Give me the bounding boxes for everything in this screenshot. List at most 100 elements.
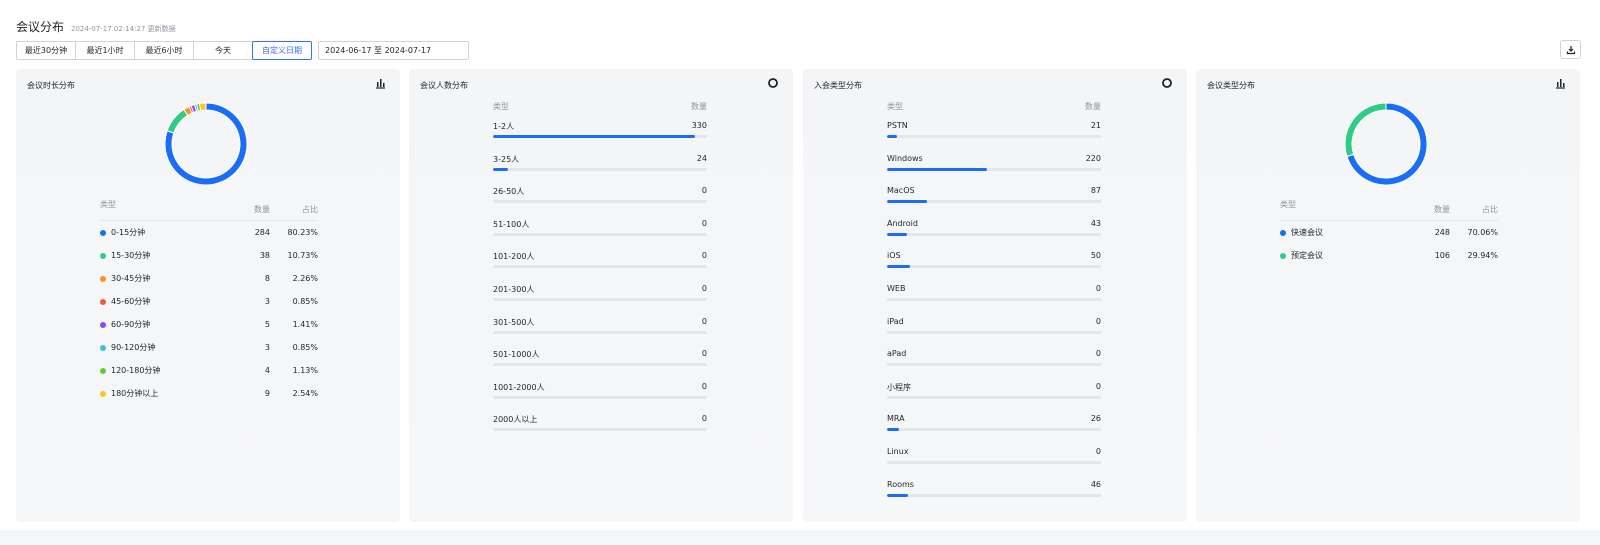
legend-label: 快速会议 — [1291, 228, 1323, 237]
bar-fill — [887, 135, 897, 138]
bar-label: PSTN — [887, 121, 908, 130]
bar-chart-icon[interactable] — [1554, 77, 1566, 89]
bar-label-line: WEB 0 — [887, 284, 1101, 296]
duration-donut-chart — [164, 102, 248, 186]
bar-count: 0 — [1095, 381, 1101, 391]
panel-title: 会议人数分布 — [420, 81, 468, 90]
legend-type: 30-45分钟 — [100, 273, 230, 284]
bar-count: 0 — [701, 186, 707, 196]
bar-label: 101-200人 — [493, 252, 535, 262]
bar-label: WEB — [887, 283, 906, 293]
bar-label-line: iPad 0 — [887, 317, 1101, 329]
bar-label-line: MRA 26 — [887, 414, 1101, 426]
bar-label: iOS — [887, 251, 901, 261]
bar-track — [887, 167, 1101, 171]
bar-track — [887, 395, 1101, 399]
bar-label: 301-500人 — [493, 317, 535, 327]
legend-count: 4 — [264, 366, 270, 375]
meeting-type-legend-table: 类型 数量 占比 快速会议 248 70.06% 预定会议 106 29.94% — [1280, 200, 1498, 267]
bar-label-line: 小程序 0 — [887, 382, 1101, 394]
legend-header: 类型 数量 占比 — [100, 200, 318, 221]
range-custom-button[interactable]: 自定义日期 — [252, 41, 312, 60]
legend-count: 284 — [254, 228, 270, 237]
meeting-type-panel: 会议类型分布 类型 数量 占比 快速会议 248 70.06% 预定会议 106 29.9… — [1196, 69, 1580, 522]
bar-label-line: 501-1000人 0 — [493, 349, 707, 361]
bar-label: MRA — [887, 414, 905, 424]
bar-track — [493, 200, 707, 204]
bar-label: iPad — [887, 316, 904, 326]
donut-slice-1[interactable] — [166, 108, 189, 134]
bar-row: aPad 0 — [887, 349, 1101, 382]
legend-type: 预定会议 — [1280, 250, 1410, 261]
bar-label: Windows — [887, 153, 923, 163]
bar-label-line: Linux 0 — [887, 447, 1101, 459]
range-last-6h-button[interactable]: 最近6小时 — [135, 42, 194, 59]
bar-track — [887, 135, 1101, 138]
bar-track — [493, 330, 707, 334]
legend-count: 5 — [264, 320, 270, 329]
bar-chart-icon[interactable] — [374, 77, 386, 89]
bar-track — [493, 167, 707, 171]
bar-row: MacOS 87 — [887, 186, 1101, 219]
bar-label: 201-300人 — [493, 284, 535, 294]
donut-chart-icon[interactable] — [767, 77, 779, 89]
legend-type: 180分钟以上 — [100, 388, 230, 399]
donut-slice-1[interactable] — [1344, 102, 1387, 158]
bar-label-line: 101-200人 0 — [493, 251, 707, 263]
legend-dot — [100, 229, 106, 236]
donut-chart-icon[interactable] — [1161, 77, 1173, 89]
bar-track — [887, 232, 1101, 236]
range-last-1h-button[interactable]: 最近1小时 — [76, 42, 135, 59]
bar-label: 51-100人 — [493, 219, 530, 229]
bar-label: 小程序 — [887, 382, 911, 392]
legend-row: 45-60分钟 3 0.85% — [100, 290, 318, 313]
bar-label-line: MacOS 87 — [887, 186, 1101, 198]
legend-type: 快速会议 — [1280, 227, 1410, 238]
legend-label: 预定会议 — [1291, 251, 1323, 260]
legend-type: 90-120分钟 — [100, 342, 230, 353]
bar-count: 0 — [701, 349, 707, 359]
range-last-30min-button[interactable]: 最近30分钟 — [17, 42, 76, 59]
bar-label-line: 201-300人 0 — [493, 284, 707, 296]
donut-slice-7[interactable] — [198, 102, 207, 112]
range-today-button[interactable]: 今天 — [194, 42, 253, 59]
bar-label: MacOS — [887, 186, 915, 196]
bar-track — [887, 493, 1101, 497]
bar-label: 1001-2000人 — [493, 382, 545, 392]
bar-track — [493, 265, 707, 269]
legend-dot — [100, 298, 106, 305]
legend-pct: 80.23% — [287, 228, 318, 237]
bar-count: 0 — [701, 316, 707, 326]
legend-pct: 10.73% — [287, 251, 318, 260]
panel-title: 会议类型分布 — [1207, 81, 1255, 90]
bar-fill — [887, 493, 908, 497]
bar-fill — [493, 135, 695, 138]
legend-pct: 2.26% — [292, 274, 318, 283]
col-count-header: 数量 — [1085, 102, 1101, 111]
legend-pct: 0.85% — [292, 343, 318, 352]
bar-row: 301-500人 0 — [493, 317, 707, 350]
bar-row: 501-1000人 0 — [493, 349, 707, 382]
bar-row: 1001-2000人 0 — [493, 382, 707, 415]
bar-track — [493, 363, 707, 367]
bar-count: 0 — [1095, 446, 1101, 456]
bar-row: 3-25人 24 — [493, 154, 707, 187]
date-range-picker[interactable]: 2024-06-17 至 2024-07-17 — [318, 41, 469, 60]
update-timestamp: 2024-07-17 02:14:27 更新数据 — [71, 25, 176, 33]
bar-row: Linux 0 — [887, 447, 1101, 480]
legend-type: 120-180分钟 — [100, 365, 230, 376]
bar-label-line: 26-50人 0 — [493, 186, 707, 198]
bar-fill — [887, 232, 907, 236]
legend-row: 快速会议 248 70.06% — [1280, 221, 1498, 244]
bar-count: 0 — [701, 283, 707, 293]
legend-row: 0-15分钟 284 80.23% — [100, 221, 318, 244]
bar-fill — [887, 200, 927, 204]
bar-label-line: iOS 50 — [887, 251, 1101, 263]
bar-label-line: 3-25人 24 — [493, 154, 707, 166]
legend-dot — [100, 275, 106, 282]
duration-panel: 会议时长分布 类型 数量 占比 0-15分钟 284 80.23% 15-30分钟 38… — [16, 69, 400, 522]
page-header: 会议分布 2024-07-17 02:14:27 更新数据 — [16, 18, 176, 35]
download-button[interactable] — [1560, 40, 1581, 59]
bar-count: 0 — [701, 414, 707, 424]
bar-label: 3-25人 — [493, 154, 520, 164]
